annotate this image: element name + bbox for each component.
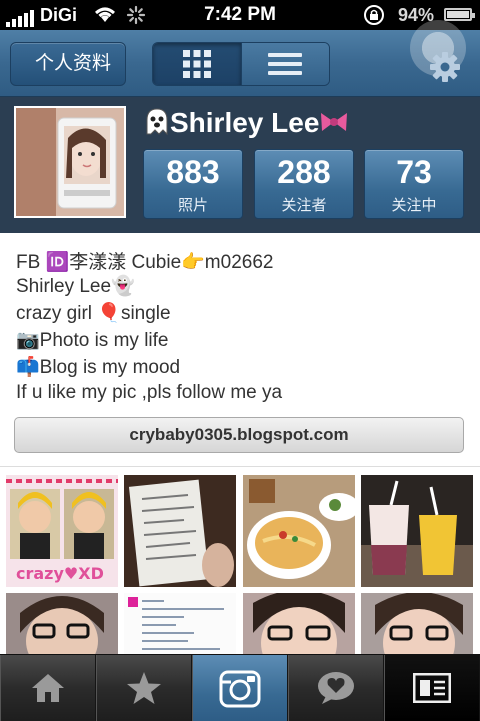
speech-heart-icon [318, 672, 354, 704]
photos-label: 照片 [177, 197, 208, 214]
selfie-glasses-image [6, 593, 118, 655]
tab-bar [0, 654, 480, 721]
photo-thumbnail[interactable] [361, 475, 473, 587]
tab-activity[interactable] [288, 655, 384, 721]
bio-line: Shirley Lee👻 [16, 276, 135, 297]
tab-home[interactable] [0, 655, 96, 721]
photo-thumbnail[interactable] [243, 475, 355, 587]
photos-count-button[interactable]: 883 照片 [143, 149, 243, 219]
news-icon [413, 673, 451, 703]
tab-popular[interactable] [96, 655, 192, 721]
following-label: 关注中 [391, 197, 437, 214]
profile-username: Shirley Lee [144, 107, 349, 139]
bio-line: If u like my pic ,pls follow me ya [16, 382, 283, 403]
profile-bio: FB 🆔李漾漾 Cubie👉m02662 Shirley Lee👻 crazy … [0, 233, 480, 466]
drinks-image [361, 475, 473, 587]
photo-thumbnail[interactable] [361, 593, 473, 655]
photos-count: 883 [166, 154, 220, 190]
settings-button[interactable] [400, 20, 480, 96]
rotation-lock-icon [364, 5, 384, 25]
grid-view-icon [182, 50, 211, 78]
followers-count-button[interactable]: 288 关注者 [254, 149, 354, 219]
photo-thumbnail[interactable] [243, 593, 355, 655]
avatar-photo [16, 108, 124, 216]
followers-count: 288 [277, 154, 331, 190]
svg-text:crazy♥XD: crazy♥XD [16, 564, 104, 583]
avatar[interactable] [14, 106, 126, 218]
home-icon [32, 674, 64, 702]
profile-header: Shirley Lee 883 照片 288 关注者 73 关注中 [0, 97, 480, 233]
noodle-soup-image [243, 475, 355, 587]
screenshot-post-image [124, 593, 236, 655]
view-toggle [152, 42, 330, 86]
navigation-bar: 个人资料 [0, 20, 480, 97]
list-view-icon [268, 53, 303, 75]
followers-label: 关注者 [281, 197, 327, 214]
bio-line: FB 🆔李漾漾 Cubie👉m02662 [16, 252, 274, 273]
website-link: crybaby0305.blogspot.com [129, 425, 349, 444]
following-count-button[interactable]: 73 关注中 [364, 149, 464, 219]
tab-profile[interactable] [384, 655, 480, 721]
bio-line: 📫Blog is my mood [16, 357, 181, 378]
selfie-smile-image [361, 593, 473, 655]
list-view-button[interactable] [240, 43, 329, 85]
grid-view-button[interactable] [153, 43, 241, 85]
gear-icon [430, 52, 460, 82]
status-bar: DiGi 7:42 PM 94% [0, 0, 480, 30]
camera-icon [219, 670, 261, 708]
photo-grid: crazy♥XD [0, 466, 480, 655]
ghost-emoji-icon [146, 108, 168, 136]
bio-line: crazy girl 🎈single [16, 303, 171, 324]
star-icon [127, 672, 161, 704]
tab-camera[interactable] [192, 655, 288, 721]
photo-thumbnail[interactable] [6, 593, 118, 655]
website-link-button[interactable]: crybaby0305.blogspot.com [14, 417, 464, 453]
battery-icon [444, 8, 475, 21]
selfie-close-image [243, 593, 355, 655]
baby-collage-image: crazy♥XD [6, 475, 118, 587]
username-text: Shirley Lee [170, 107, 320, 138]
photo-thumbnail[interactable]: crazy♥XD [6, 475, 118, 587]
bow-emoji-icon [321, 113, 348, 131]
photo-thumbnail[interactable] [124, 475, 236, 587]
bio-line: 📷Photo is my life [16, 330, 169, 351]
receipt-image [124, 475, 236, 587]
back-button-label: 个人资料 [35, 53, 112, 74]
following-count: 73 [396, 154, 432, 190]
photo-thumbnail[interactable] [124, 593, 236, 655]
back-button[interactable]: 个人资料 [10, 42, 127, 86]
